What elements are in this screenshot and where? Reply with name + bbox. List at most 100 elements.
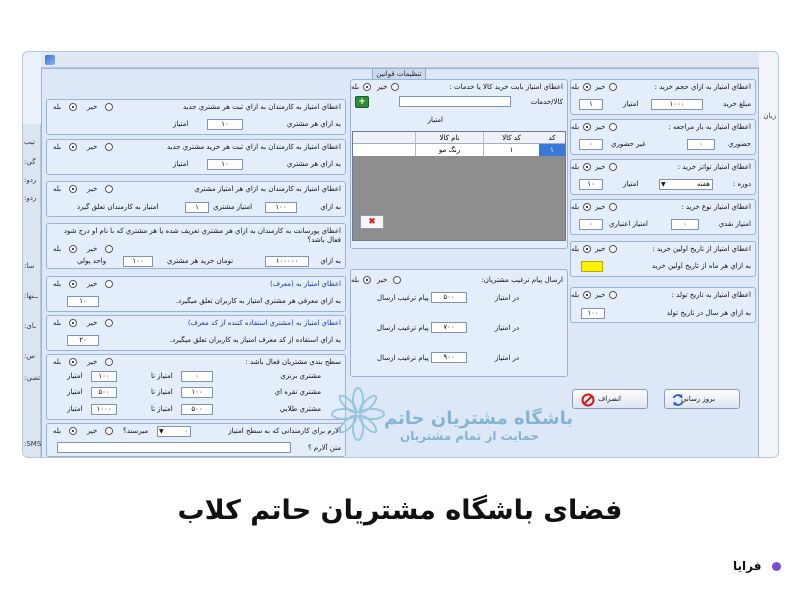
refresh-icon	[672, 394, 684, 406]
sms-threshold-field[interactable]: ۵۰۰	[431, 292, 467, 303]
radio-no[interactable]	[393, 276, 401, 284]
radio-yes[interactable]	[69, 245, 77, 253]
period-dropdown[interactable]: هفته	[659, 179, 713, 190]
delete-icon[interactable]: ✖	[360, 215, 384, 229]
panel-title: اعطاي پورسانت به كارمندان به ازاي هر مشت…	[63, 227, 341, 244]
alarm-level-dropdown[interactable]: ۰	[157, 426, 191, 437]
yes-label: بله	[571, 291, 580, 299]
first-purchase-field[interactable]	[581, 261, 603, 272]
product-field-label: كالا/خدمات	[530, 98, 563, 106]
value-field[interactable]: ۱۰	[579, 179, 603, 190]
sms-row-text: پيام ترغيب ارسال	[377, 354, 429, 362]
panel-sms: ارسال پيام ترغيب مشتريان: خیر بله در امت…	[350, 269, 568, 377]
header-cell: نام كالا	[415, 132, 483, 144]
value-field[interactable]: ۱۰۰	[265, 202, 297, 213]
radio-no[interactable]	[609, 291, 617, 299]
radio-yes[interactable]	[69, 319, 77, 327]
value-field[interactable]: ۱۰۰۰	[651, 99, 703, 110]
radio-yes[interactable]	[583, 203, 591, 211]
value-field[interactable]: ۰	[579, 139, 603, 150]
table-row[interactable]: ۱ ۱ رنگ مو	[353, 144, 565, 156]
cancel-icon	[581, 393, 595, 407]
radio-no[interactable]	[609, 163, 617, 171]
radio-no[interactable]	[105, 245, 113, 253]
radio-yes[interactable]	[69, 280, 77, 288]
radio-yes[interactable]	[583, 163, 591, 171]
sms-row-label: در امتياز	[494, 324, 519, 332]
level-to-label: امتياز	[67, 388, 83, 396]
radio-yes[interactable]	[583, 123, 591, 131]
add-icon[interactable]: +	[355, 96, 369, 108]
radio-no[interactable]	[105, 280, 113, 288]
radio-yes[interactable]	[69, 103, 77, 111]
level-to[interactable]: ۱۰۰۰	[91, 404, 117, 415]
yes-label: بله	[351, 83, 360, 91]
sms-threshold-field[interactable]: ۷۰۰	[431, 322, 467, 333]
radio-yes[interactable]	[69, 185, 77, 193]
radio-yes[interactable]	[583, 83, 591, 91]
value-field[interactable]: ۱۰	[207, 159, 243, 170]
panel-title: اعطاي امتياز به (معرف)	[270, 280, 341, 288]
row-label: به ازاي هر ماه از تاريخ اولين خريد	[651, 262, 751, 270]
row-label: به ازاي معرفي هر مشتري امتياز به كاربران…	[175, 297, 341, 305]
no-label: خیر	[87, 245, 98, 253]
row-label: به ازاي استفاده از كد معرف امتياز به كار…	[169, 336, 341, 344]
value-field[interactable]: ۰	[671, 219, 699, 230]
alarm-text-field[interactable]	[57, 442, 291, 453]
brand-logo-icon	[772, 562, 781, 571]
radio-yes[interactable]	[69, 427, 77, 435]
value-field[interactable]: ۱۰۰	[123, 256, 153, 267]
radio-no[interactable]	[391, 83, 399, 91]
radio-yes[interactable]	[583, 245, 591, 253]
yes-label: بله	[571, 83, 580, 91]
row-label: تومان خريد هر مشتري	[167, 257, 234, 265]
radio-no[interactable]	[105, 103, 113, 111]
value-field[interactable]: ۲۰	[67, 335, 99, 346]
update-button[interactable]: بروز رساني	[664, 389, 740, 409]
radio-no[interactable]	[609, 123, 617, 131]
value-field[interactable]: ۱۰۰۰۰۰	[265, 256, 309, 267]
radio-no[interactable]	[105, 319, 113, 327]
radio-yes[interactable]	[363, 276, 371, 284]
value-field[interactable]: ۱۰	[207, 119, 243, 130]
level-from[interactable]: ۱۰۰	[181, 387, 213, 398]
level-from[interactable]: ۵۰۰	[181, 404, 213, 415]
radio-no[interactable]	[105, 143, 113, 151]
yes-label: بله	[351, 276, 360, 284]
radio-yes[interactable]	[69, 358, 77, 366]
radio-no[interactable]	[105, 427, 113, 435]
radio-no[interactable]	[609, 245, 617, 253]
panel-title: ارسال پيام ترغيب مشتريان:	[481, 276, 563, 284]
panel-first-purchase: اعطاي امتياز از تاريخ اولين خريد : خیر ب…	[570, 241, 756, 277]
sms-threshold-field[interactable]: ۹۰۰	[431, 352, 467, 363]
watermark-subtitle: حمايت از تمام مشتريان	[400, 429, 540, 443]
value-field[interactable]: ۱۰۰	[581, 308, 605, 319]
left-strip-label: ـاى:	[24, 322, 37, 330]
radio-no[interactable]	[609, 83, 617, 91]
value-field[interactable]: ۱	[185, 202, 209, 213]
level-from-label: امتياز تا	[151, 388, 173, 396]
value-field[interactable]: ۰	[687, 139, 715, 150]
row-label: به ازاي هر مشتري	[286, 120, 341, 128]
radio-no[interactable]	[105, 358, 113, 366]
radio-no[interactable]	[609, 203, 617, 211]
cancel-button[interactable]: انصراف	[572, 389, 648, 409]
value-field[interactable]: ۱	[579, 99, 603, 110]
row-label: امتياز به كارمندان تعلق گيرد	[77, 203, 159, 211]
level-from[interactable]: ۰	[181, 371, 213, 382]
radio-yes[interactable]	[363, 83, 371, 91]
yes-label: بله	[53, 185, 62, 193]
product-field[interactable]	[399, 96, 511, 107]
panel-levels: سطح بندي مشتريان فعال باشد : خیر بله مشت…	[46, 354, 346, 420]
radio-no[interactable]	[105, 185, 113, 193]
level-to[interactable]: ۱۰۰	[91, 371, 117, 382]
yes-label: بله	[53, 143, 62, 151]
value-field[interactable]: ۰	[579, 219, 603, 230]
header-cell: كد	[548, 134, 556, 142]
radio-yes[interactable]	[69, 143, 77, 151]
level-to[interactable]: ۵۰۰	[91, 387, 117, 398]
row-label: حضوري	[728, 140, 751, 148]
value-field[interactable]: ۱۰	[67, 296, 99, 307]
radio-yes[interactable]	[583, 291, 591, 299]
row-label: امتياز	[623, 180, 639, 188]
